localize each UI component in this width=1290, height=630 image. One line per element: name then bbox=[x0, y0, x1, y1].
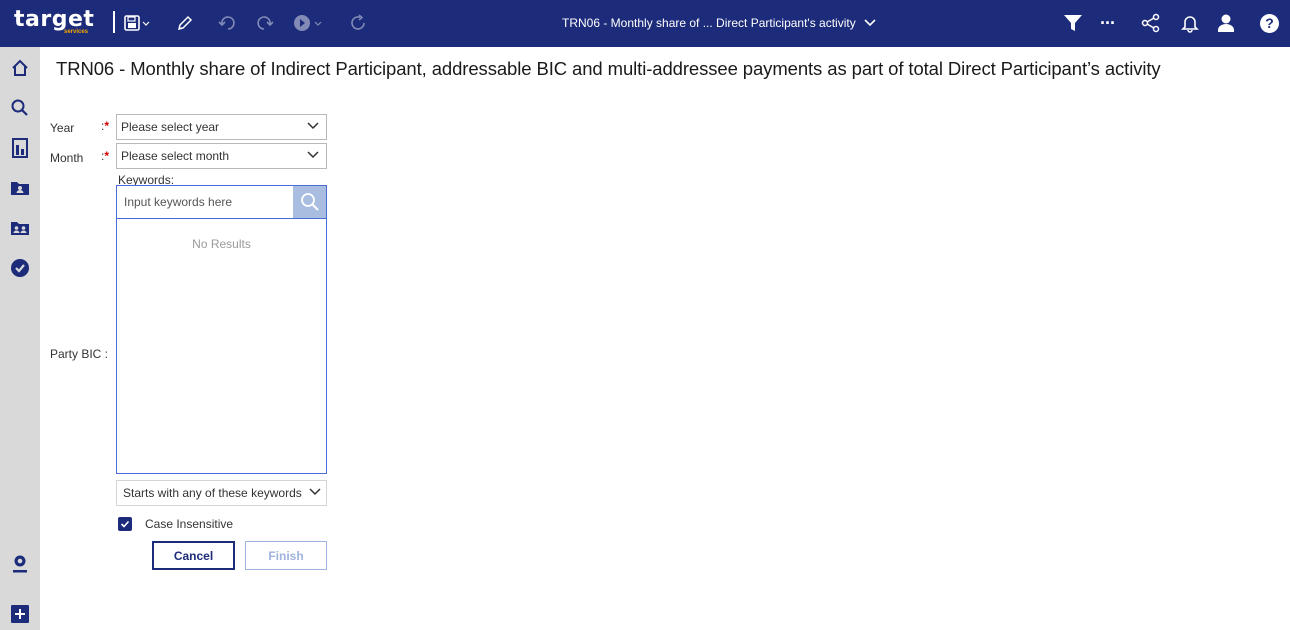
bell-icon[interactable] bbox=[1180, 12, 1200, 34]
year-select-value: Please select year bbox=[121, 120, 220, 134]
reports-icon[interactable] bbox=[8, 136, 32, 160]
filter-icon[interactable] bbox=[1063, 12, 1083, 34]
save-icon[interactable] bbox=[124, 12, 150, 34]
profile-icon[interactable] bbox=[8, 552, 32, 576]
month-label: Month bbox=[50, 151, 84, 165]
run-icon[interactable] bbox=[293, 12, 329, 34]
month-select[interactable]: Please select month bbox=[116, 143, 327, 169]
case-insensitive-checkbox[interactable] bbox=[118, 517, 132, 531]
team-content-icon[interactable] bbox=[8, 216, 32, 240]
party-bic-label: Party BIC : bbox=[50, 347, 109, 361]
report-title-dropdown[interactable]: TRN06 - Monthly share of ... Direct Part… bbox=[562, 16, 876, 30]
user-icon[interactable] bbox=[1216, 12, 1236, 34]
left-navigation-rail bbox=[0, 47, 40, 630]
undo-icon[interactable] bbox=[218, 12, 236, 34]
required-star: * bbox=[104, 149, 110, 163]
chevron-down-icon bbox=[307, 122, 319, 130]
year-select[interactable]: Please select year bbox=[116, 114, 327, 140]
search-icon bbox=[300, 193, 319, 211]
required-star: * bbox=[104, 119, 110, 133]
chevron-down-icon bbox=[307, 151, 319, 159]
case-insensitive-label: Case Insensitive bbox=[145, 517, 234, 531]
no-results-text: No Results bbox=[192, 237, 251, 251]
search-icon[interactable] bbox=[8, 96, 32, 120]
my-content-icon[interactable] bbox=[8, 176, 32, 200]
year-required-marker: :* bbox=[101, 119, 109, 133]
help-icon[interactable]: ? bbox=[1260, 12, 1279, 34]
keyword-results-list[interactable]: No Results bbox=[116, 219, 327, 474]
target-logo: target services bbox=[14, 8, 115, 38]
match-mode-value: Starts with any of these keywords bbox=[123, 486, 302, 500]
month-select-value: Please select month bbox=[121, 149, 230, 163]
match-mode-select[interactable]: Starts with any of these keywords bbox=[116, 480, 327, 506]
keywords-input[interactable] bbox=[117, 186, 293, 218]
cancel-button[interactable]: Cancel bbox=[152, 541, 235, 570]
month-required-marker: :* bbox=[101, 149, 109, 163]
logo-subtitle: services bbox=[64, 29, 89, 35]
refresh-icon[interactable] bbox=[350, 12, 368, 34]
add-icon[interactable] bbox=[8, 602, 32, 626]
redo-icon[interactable] bbox=[256, 12, 274, 34]
page-title: TRN06 - Monthly share of Indirect Partic… bbox=[56, 58, 1161, 79]
logo-divider bbox=[113, 11, 115, 33]
recent-icon[interactable] bbox=[8, 256, 32, 280]
home-icon[interactable] bbox=[8, 56, 32, 80]
share-icon[interactable] bbox=[1141, 12, 1161, 34]
more-icon[interactable]: ··· bbox=[1100, 12, 1116, 34]
top-bar: target services TRN06 - Monthly share of… bbox=[0, 0, 1290, 47]
pencil-icon[interactable] bbox=[176, 12, 194, 34]
help-glyph: ? bbox=[1260, 13, 1279, 33]
year-label: Year bbox=[50, 121, 75, 135]
checkmark-icon bbox=[120, 520, 130, 528]
report-title: TRN06 - Monthly share of ... Direct Part… bbox=[562, 16, 856, 30]
chevron-down-icon bbox=[309, 488, 321, 496]
finish-button[interactable]: Finish bbox=[245, 541, 327, 570]
chevron-down-icon bbox=[864, 19, 876, 27]
keywords-search-box bbox=[116, 185, 327, 219]
keywords-search-button[interactable] bbox=[293, 186, 326, 218]
